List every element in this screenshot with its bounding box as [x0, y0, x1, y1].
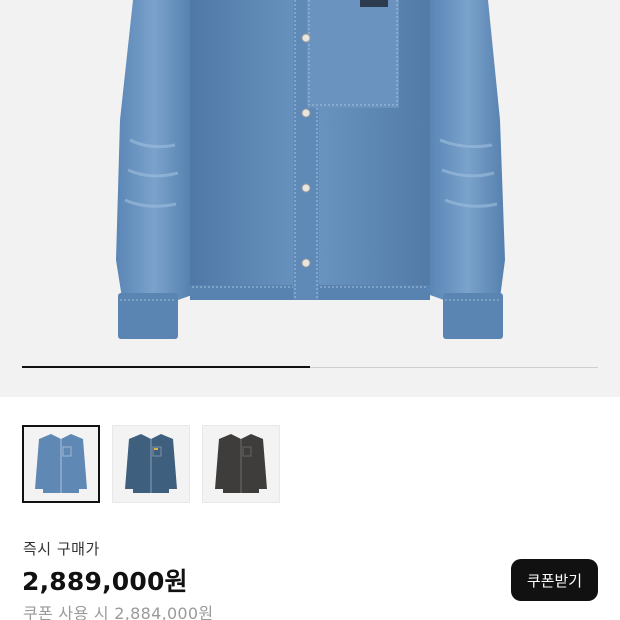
- get-coupon-button[interactable]: 쿠폰받기: [511, 559, 598, 601]
- progress-indicator: [22, 366, 310, 368]
- thumbnail-light-blue-denim[interactable]: [22, 425, 100, 503]
- light-blue-shirt-thumbnail-image: [35, 434, 87, 493]
- thumbnail-dark-blue-denim[interactable]: [112, 425, 190, 503]
- product-price: 2,889,000원: [22, 567, 188, 596]
- product-main-image: [116, 0, 505, 339]
- thumbnail-black-denim[interactable]: [202, 425, 280, 503]
- coupon-price: 쿠폰 사용 시 2,884,000원: [23, 604, 214, 620]
- image-carousel-progress: [22, 366, 598, 368]
- dark-blue-shirt-thumbnail-image: [125, 434, 177, 493]
- instant-purchase-label: 즉시 구매가: [23, 540, 100, 558]
- product-image-area[interactable]: [0, 0, 620, 397]
- thumbnail-list: [22, 425, 280, 503]
- black-shirt-thumbnail-image: [215, 434, 267, 493]
